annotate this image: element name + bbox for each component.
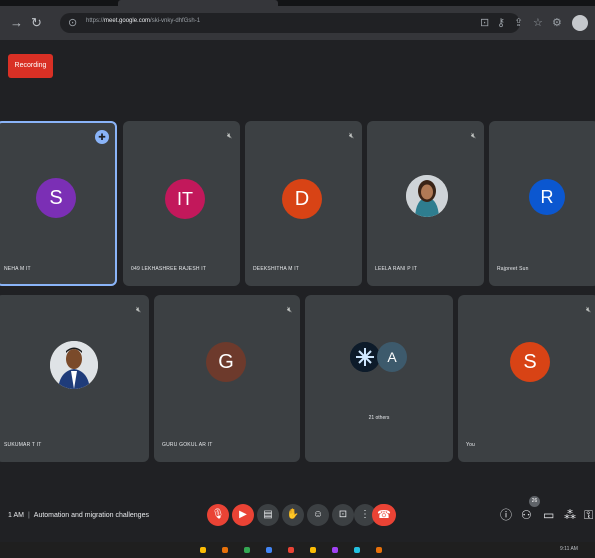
participant-name: SUKUMAR T IT <box>4 442 42 448</box>
taskbar-app-icon[interactable] <box>288 547 294 553</box>
reload-icon[interactable]: ↻ <box>31 15 42 31</box>
avatar: S <box>36 178 76 218</box>
reactions-button[interactable]: ☺ <box>307 504 329 526</box>
present-screen-button[interactable]: ⊡ <box>332 504 354 526</box>
participant-name: You <box>466 442 476 448</box>
snowflake-icon <box>350 342 380 372</box>
participant-name: NEHA M IT <box>4 266 31 272</box>
participant-name: 049 LEKHASHREE RAJESH IT <box>131 266 207 272</box>
participant-tile[interactable]: ✚ S NEHA M IT <box>0 121 117 286</box>
person-photo-icon <box>406 175 448 217</box>
avatar: IT <box>165 179 205 219</box>
mic-off-icon: 🔇︎ <box>226 131 232 140</box>
people-count-badge: 26 <box>529 496 540 507</box>
participant-tile[interactable]: 🔇︎ LEELA RANI P IT <box>367 121 484 286</box>
participant-tile[interactable]: 🔇︎ G GURU GOKUL AR IT <box>154 295 300 462</box>
leave-call-button[interactable]: ☎ <box>372 504 396 526</box>
taskbar-app-icon[interactable] <box>266 547 272 553</box>
pin-icon[interactable]: ✚ <box>95 130 109 144</box>
activities-icon[interactable]: ⁂ <box>564 508 576 522</box>
mic-off-icon: 🔇︎ <box>286 305 292 314</box>
mic-off-icon: 🔇︎ <box>135 305 141 314</box>
participant-name: GURU GOKUL AR IT <box>162 442 213 448</box>
taskbar-clock: 9:11 AM <box>560 546 578 552</box>
meeting-controls: 1 AM | Automation and migration challenges… <box>0 492 595 542</box>
browser-toolbar: → ↻ ⊙ https://meet.google.com/ski-vnky-d… <box>0 6 595 40</box>
meeting-info: 1 AM | Automation and migration challenges <box>8 512 149 519</box>
meeting-time: 1 AM <box>8 512 24 519</box>
taskbar-app-icon[interactable] <box>222 547 228 553</box>
address-bar[interactable]: ⊙ https://meet.google.com/ski-vnky-dhfGs… <box>60 13 520 33</box>
separator: | <box>27 512 30 519</box>
avatar: D <box>282 179 322 219</box>
key-icon[interactable]: ⚷ <box>497 16 505 30</box>
meeting-title: Automation and migration challenges <box>33 512 149 519</box>
mic-off-icon: 🔇︎ <box>470 131 476 140</box>
participant-name: DEEKSHITHA M IT <box>253 266 300 272</box>
mic-off-icon: 🔇︎ <box>348 131 354 140</box>
share-icon[interactable]: ⇪ <box>514 16 523 30</box>
mic-off-icon: 🔇︎ <box>585 305 591 314</box>
lock-icon: ⊙ <box>68 17 78 29</box>
chat-icon[interactable]: ▭ <box>543 508 554 522</box>
person-photo-icon <box>50 341 98 389</box>
participant-photo <box>350 342 380 372</box>
self-tile[interactable]: 🔇︎ S You <box>458 295 595 462</box>
install-icon[interactable]: ⊡ <box>480 16 489 30</box>
participant-tile[interactable]: 🔇︎ IT 049 LEKHASHREE RAJESH IT <box>123 121 240 286</box>
bookmark-star-icon[interactable]: ☆ <box>533 16 543 30</box>
avatar: A <box>377 342 407 372</box>
recording-badge: Recording <box>8 54 53 78</box>
taskbar-app-icon[interactable] <box>376 547 382 553</box>
taskbar-app-icon[interactable] <box>244 547 250 553</box>
profile-avatar[interactable] <box>572 15 588 31</box>
avatar: S <box>510 342 550 382</box>
participant-tile[interactable]: 🔇︎ SUKUMAR T IT <box>0 295 149 462</box>
url-text: https://meet.google.com/ski-vnky-dhfGsh-… <box>86 18 201 24</box>
taskbar-app-icon[interactable] <box>310 547 316 553</box>
participant-tile[interactable]: 🔇︎ D DEEKSHITHA M IT <box>245 121 362 286</box>
others-count: 21 others <box>368 415 390 421</box>
participant-name: Rajpreet Sun <box>497 266 529 272</box>
taskbar-app-icon[interactable] <box>354 547 360 553</box>
extension-icon[interactable]: ⚙ <box>552 16 562 30</box>
people-icon[interactable]: ⚇ <box>521 508 532 522</box>
taskbar-app-icon[interactable] <box>200 547 206 553</box>
participant-photo <box>50 341 98 389</box>
participant-photo <box>406 175 448 217</box>
info-icon[interactable]: ⓘ <box>500 508 512 522</box>
avatar: G <box>206 342 246 382</box>
taskbar-app-icon[interactable] <box>332 547 338 553</box>
participant-name: LEELA RANI P IT <box>375 266 418 272</box>
os-taskbar: 9:11 AM <box>0 542 595 558</box>
host-controls-icon[interactable]: ⚿ <box>584 508 593 522</box>
avatar: R <box>529 179 565 215</box>
others-tile[interactable]: A 21 others <box>305 295 453 462</box>
forward-arrow-icon[interactable]: → <box>10 15 23 31</box>
camera-toggle-button[interactable]: ▶ <box>232 504 254 526</box>
captions-button[interactable]: ▤ <box>257 504 279 526</box>
raise-hand-button[interactable]: ✋ <box>282 504 304 526</box>
mic-toggle-button[interactable]: 🎙︎ <box>207 504 229 526</box>
participant-tile[interactable]: R Rajpreet Sun <box>489 121 595 286</box>
